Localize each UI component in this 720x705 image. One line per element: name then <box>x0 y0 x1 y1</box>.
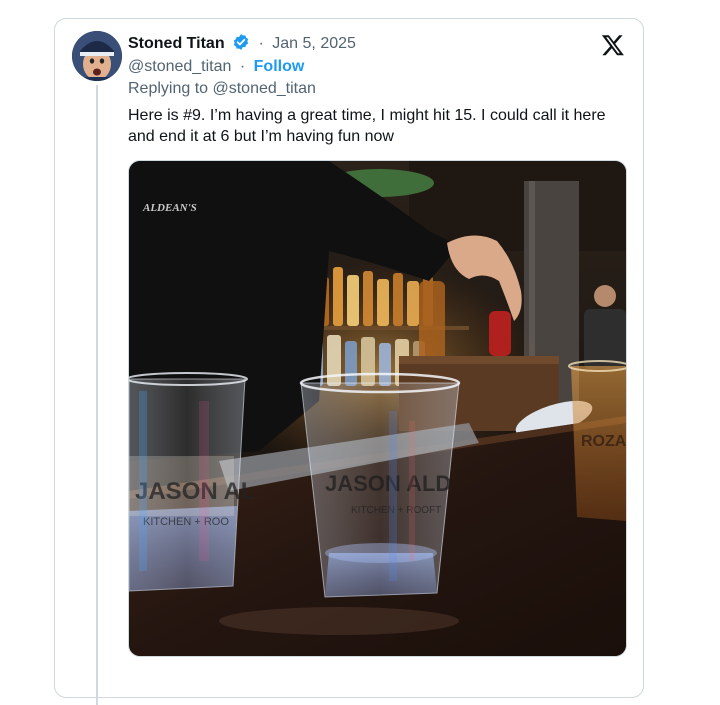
tweet-photo[interactable]: ALDEAN'S JASON AL KITCHEN + ROO JASON AL… <box>128 160 627 657</box>
x-logo-icon[interactable] <box>601 33 625 57</box>
verified-badge-icon <box>232 33 250 57</box>
center-cup: JASON ALD KITCHEN + ROOFT <box>299 372 461 598</box>
separator-dot: · <box>239 58 246 75</box>
replying-to[interactable]: Replying to @stoned_titan <box>128 79 316 99</box>
center-cup-print: JASON ALD <box>325 471 451 496</box>
left-cup-print: JASON AL <box>135 478 255 505</box>
right-cup-print: ROZAL <box>581 433 626 450</box>
left-cup-print-sub: KITCHEN + ROO <box>143 516 229 528</box>
tweet-header: Stoned Titan · Jan 5, 2025 <box>128 33 356 57</box>
separator-dot: · <box>258 35 264 52</box>
follow-button[interactable]: Follow <box>254 58 305 75</box>
author-handle[interactable]: @stoned_titan <box>128 58 231 75</box>
handle-row: @stoned_titan · Follow <box>128 57 304 77</box>
avatar[interactable] <box>72 31 122 81</box>
tweet-date[interactable]: Jan 5, 2025 <box>272 35 356 52</box>
tweet-text: Here is #9. I’m having a great time, I m… <box>128 107 606 145</box>
avatar-image <box>72 31 122 81</box>
tweet-card: Stoned Titan · Jan 5, 2025 @stoned_titan… <box>54 18 644 705</box>
bar-scene-image: ALDEAN'S JASON AL KITCHEN + ROO JASON AL… <box>129 161 626 656</box>
right-cup: ROZAL <box>568 360 626 521</box>
shirt-logo: ALDEAN'S <box>142 202 197 214</box>
display-name[interactable]: Stoned Titan <box>128 35 225 52</box>
thread-line <box>96 85 98 705</box>
